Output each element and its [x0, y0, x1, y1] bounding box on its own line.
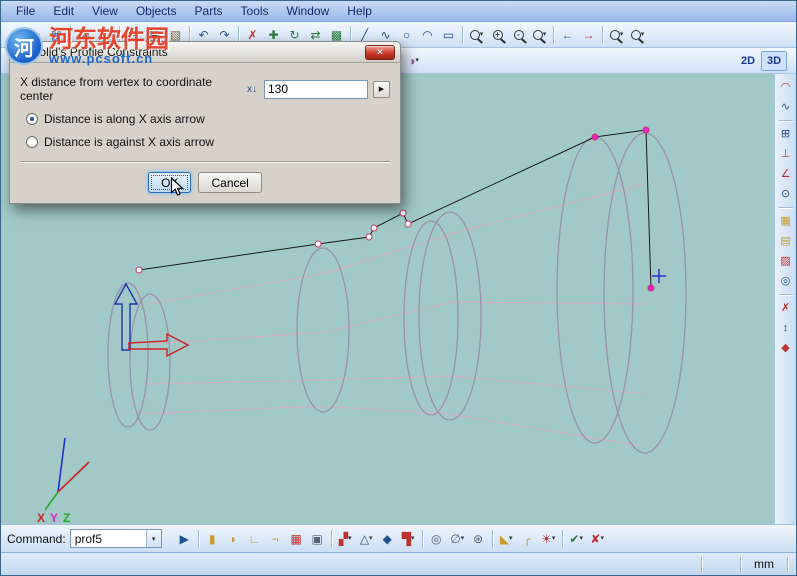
- toolbar-separator: [198, 530, 199, 548]
- flange-icon[interactable]: ¬: [265, 529, 286, 549]
- menu-bar: FileEditViewObjectsPartsToolsWindowHelp: [1, 1, 796, 22]
- svg-text:X: X: [37, 511, 45, 524]
- revolve-icon[interactable]: ◗: [223, 529, 244, 549]
- gear-icon[interactable]: ⊛: [468, 529, 489, 549]
- axis-constraint-icon[interactable]: ⊥: [777, 145, 795, 163]
- toolbar-separator: [602, 26, 603, 44]
- pyramid-icon[interactable]: △▾: [356, 529, 377, 549]
- status-bar: mm: [1, 552, 796, 575]
- measure-icon[interactable]: ↕: [777, 319, 795, 337]
- command-bar: Command: prof5 ▾ ▶ ▮◗∟¬▦▣ ▞▾△▾◆▜▾ ◎∅▾⊛ ◣▾╭☀▾…: [1, 524, 796, 552]
- radio-along-x[interactable]: Distance is along X axis arrow: [20, 112, 390, 126]
- svg-text:Y: Y: [50, 511, 58, 524]
- erase-icon[interactable]: ✗: [777, 299, 795, 317]
- profile-constraints-dialog: ◪ Solid's Profile Constraints ✕ X distan…: [9, 41, 401, 204]
- close-button[interactable]: ✕: [365, 45, 395, 60]
- menu-item-help[interactable]: Help: [338, 2, 381, 21]
- run-command-icon[interactable]: ▶: [174, 529, 195, 549]
- stamp-icon[interactable]: ▜▾: [398, 529, 419, 549]
- radio-against-x-dot[interactable]: [26, 136, 38, 148]
- pan-left-icon[interactable]: ←: [557, 25, 578, 45]
- vertex-snap-icon[interactable]: ⊙: [777, 185, 795, 203]
- dialog-icon: ◪: [16, 46, 26, 59]
- param-table-icon[interactable]: ▦: [777, 212, 795, 230]
- app-window: FileEditViewObjectsPartsToolsWindowHelp …: [0, 0, 797, 576]
- feature-table-icon[interactable]: ▦: [286, 529, 307, 549]
- x-distance-icon: x↓: [245, 83, 259, 96]
- view-3d-button[interactable]: 3D: [761, 51, 787, 71]
- units-indicator: mm: [745, 557, 783, 571]
- mouse-cursor: [170, 177, 185, 198]
- sweep-path-icon[interactable]: ∿: [777, 98, 795, 116]
- extrude-icon[interactable]: ▮: [202, 529, 223, 549]
- pan-right-icon[interactable]: →: [578, 25, 599, 45]
- svg-text:Z: Z: [63, 511, 70, 524]
- menu-item-objects[interactable]: Objects: [127, 2, 186, 21]
- dialog-title-bar[interactable]: ◪ Solid's Profile Constraints ✕: [9, 41, 401, 63]
- zoom-extents-icon[interactable]: ▾: [529, 25, 550, 45]
- toolbar-separator: [331, 530, 332, 548]
- menu-item-parts[interactable]: Parts: [186, 2, 232, 21]
- menu-item-window[interactable]: Window: [278, 2, 339, 21]
- panel-icon[interactable]: ▣: [307, 529, 328, 549]
- bend-icon[interactable]: ∟: [244, 529, 265, 549]
- menu-item-view[interactable]: View: [83, 2, 127, 21]
- command-dropdown-button[interactable]: ▾: [146, 530, 161, 547]
- command-combo[interactable]: prof5 ▾: [70, 529, 162, 548]
- chamfer-icon[interactable]: ◣▾: [496, 529, 517, 549]
- command-label: Command:: [7, 532, 66, 546]
- diameter-icon[interactable]: ∅▾: [447, 529, 468, 549]
- menu-item-tools[interactable]: Tools: [232, 2, 278, 21]
- toolbar-separator: [492, 530, 493, 548]
- zoom-in-icon[interactable]: +: [487, 25, 508, 45]
- distance-field-label: X distance from vertex to coordinate cen…: [20, 75, 240, 103]
- fillet-icon[interactable]: ╭: [517, 529, 538, 549]
- view-2d-button[interactable]: 2D: [735, 51, 761, 71]
- radio-against-x[interactable]: Distance is against X axis arrow: [20, 135, 390, 149]
- status-divider: [701, 557, 702, 572]
- zoom-realtime-icon[interactable]: ▾: [627, 25, 648, 45]
- accept-icon[interactable]: ✔▾: [566, 529, 587, 549]
- status-divider: [740, 557, 741, 572]
- toolbar-right: ◠ ∿ ⊞ ⊥ ∠ ⊙ ▦ ▤ ▨ ◎ ✗ ↕ ◆: [774, 74, 796, 524]
- dialog-title: Solid's Profile Constraints: [31, 45, 167, 59]
- zoom-window-icon[interactable]: ▾: [466, 25, 487, 45]
- toolbar-separator: [779, 294, 793, 295]
- dialog-body: X distance from vertex to coordinate cen…: [9, 63, 401, 204]
- fit-view-icon[interactable]: ⊞: [777, 125, 795, 143]
- zoom-out-icon[interactable]: -: [508, 25, 529, 45]
- angle-constraint-icon[interactable]: ∠: [777, 165, 795, 183]
- zoom-previous-icon[interactable]: ▾: [606, 25, 627, 45]
- status-divider: [787, 557, 788, 572]
- reject-icon[interactable]: ✘▾: [587, 529, 608, 549]
- toolbar-separator: [779, 207, 793, 208]
- distance-input[interactable]: [264, 80, 368, 99]
- toolbar-separator: [422, 530, 423, 548]
- expression-button[interactable]: ▶: [373, 81, 390, 98]
- render-icon[interactable]: ◑▾: [403, 51, 424, 71]
- hatch-icon[interactable]: ▨: [777, 252, 795, 270]
- menu-item-file[interactable]: File: [7, 2, 44, 21]
- toolbar-separator: [553, 26, 554, 44]
- arc-icon[interactable]: ◠: [417, 25, 438, 45]
- command-value: prof5: [71, 532, 146, 546]
- target-icon[interactable]: ◎: [777, 272, 795, 290]
- toolbar-separator: [779, 120, 793, 121]
- droplet-icon[interactable]: ◆: [377, 529, 398, 549]
- toolbar-separator: [562, 530, 563, 548]
- cancel-button[interactable]: Cancel: [198, 172, 261, 193]
- menu-item-edit[interactable]: Edit: [44, 2, 83, 21]
- profile-edit-icon[interactable]: ◠: [777, 78, 795, 96]
- toolbar-separator: [462, 26, 463, 44]
- marker-icon[interactable]: ◆: [777, 339, 795, 357]
- list-icon[interactable]: ▤: [777, 232, 795, 250]
- pattern-icon[interactable]: ▞▾: [335, 529, 356, 549]
- hole-icon[interactable]: ◎: [426, 529, 447, 549]
- dialog-separator: [20, 161, 390, 163]
- rect-icon[interactable]: ▭: [438, 25, 459, 45]
- explode-icon[interactable]: ☀▾: [538, 529, 559, 549]
- radio-along-x-dot[interactable]: [26, 113, 38, 125]
